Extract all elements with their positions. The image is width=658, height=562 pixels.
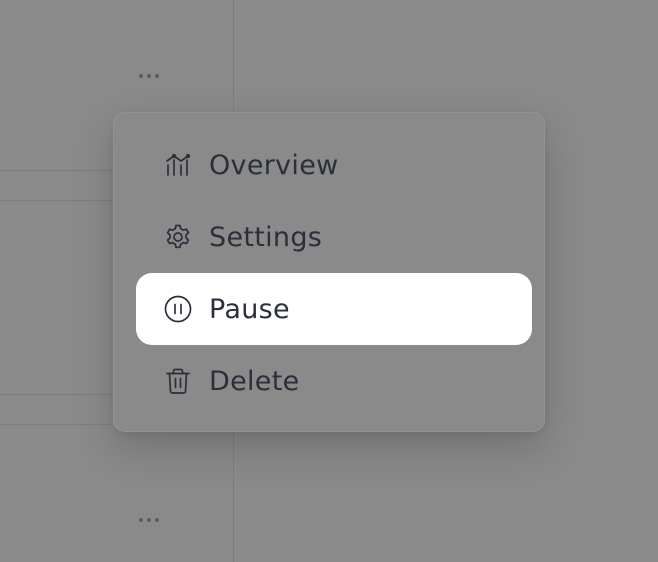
menu-item-overview[interactable]: Overview (136, 129, 532, 201)
chart-icon (163, 150, 193, 180)
menu-item-label: Pause (209, 293, 290, 325)
background-divider-horizontal (0, 200, 112, 201)
background-divider-horizontal (0, 394, 112, 395)
menu-item-label: Overview (209, 149, 339, 181)
dot-icon (147, 518, 151, 522)
dot-icon (155, 74, 159, 78)
trash-icon (163, 366, 193, 396)
background-divider-horizontal (0, 170, 112, 171)
menu-item-label: Delete (209, 365, 300, 397)
more-options-button[interactable] (130, 66, 168, 86)
background-divider-horizontal (0, 424, 112, 425)
dot-icon (155, 518, 159, 522)
menu-item-label: Settings (209, 221, 323, 253)
dot-icon (139, 518, 143, 522)
menu-item-delete[interactable]: Delete (136, 345, 532, 417)
menu-item-pause[interactable]: Pause (136, 273, 532, 345)
dot-icon (147, 74, 151, 78)
gear-icon (163, 222, 193, 252)
pause-icon (163, 294, 193, 324)
context-menu: Overview Settings Pause Delete (113, 112, 545, 432)
menu-item-settings[interactable]: Settings (136, 201, 532, 273)
more-options-button[interactable] (130, 510, 168, 530)
dot-icon (139, 74, 143, 78)
